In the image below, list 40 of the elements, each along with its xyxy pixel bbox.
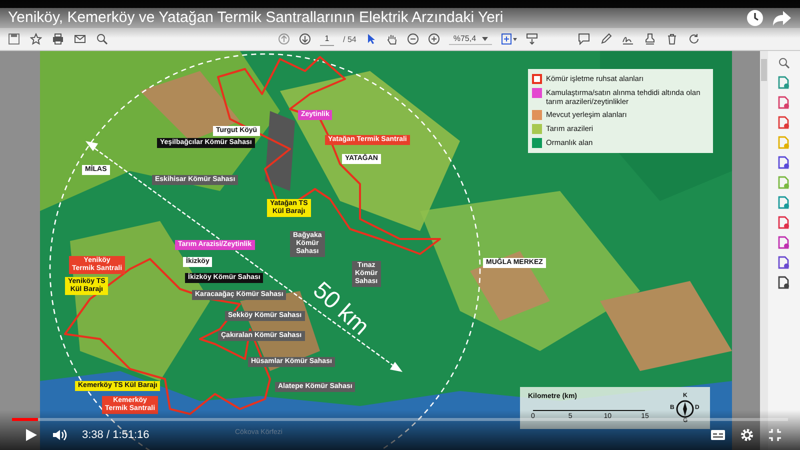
comment-icon[interactable] (578, 33, 590, 45)
subtitles-icon[interactable] (710, 429, 726, 441)
save-icon[interactable] (8, 33, 20, 45)
pointer-icon[interactable] (365, 33, 378, 45)
mail-icon[interactable] (74, 33, 86, 45)
pen-icon[interactable] (600, 33, 612, 45)
zoom-out-icon[interactable] (407, 33, 420, 45)
search-icon[interactable] (96, 33, 108, 45)
progress-bar[interactable] (12, 418, 788, 421)
document-tool-icon[interactable] (778, 156, 790, 169)
page-count: / 54 (343, 34, 356, 44)
page-down-icon[interactable] (299, 33, 311, 45)
document-tool-icon[interactable] (778, 116, 790, 129)
print-icon[interactable] (52, 33, 64, 45)
rotate-icon[interactable] (688, 33, 700, 45)
clock-icon[interactable] (746, 9, 764, 27)
star-icon[interactable] (30, 33, 42, 45)
zoom-in-icon[interactable] (428, 33, 440, 45)
video-title[interactable]: Yeniköy, Kemerköy ve Yatağan Termik Santrallarının Elektrik Arzındaki Yeri (8, 9, 738, 26)
document-tool-icon[interactable] (778, 256, 790, 269)
stamp-icon[interactable] (644, 33, 656, 45)
exit-fullscreen-icon[interactable] (768, 428, 782, 442)
document-tool-icon[interactable] (778, 216, 790, 229)
video-time: 3:38 / 1:51:16 (82, 429, 150, 441)
settings-icon[interactable] (740, 428, 754, 442)
page-number-field[interactable]: 1 (320, 32, 334, 46)
trash-icon[interactable] (666, 33, 678, 45)
compass-icon (676, 400, 694, 418)
play-icon[interactable] (24, 428, 38, 442)
fit-page-icon[interactable] (501, 33, 518, 45)
scroll-mode-icon[interactable] (526, 33, 538, 45)
document-tool-icon[interactable] (778, 276, 790, 289)
hand-icon[interactable] (386, 33, 398, 45)
share-icon[interactable] (772, 9, 792, 27)
document-tool-icon[interactable] (778, 236, 790, 249)
volume-icon[interactable] (52, 428, 68, 442)
page-up-icon[interactable] (278, 33, 290, 45)
scrollbar[interactable] (760, 51, 768, 450)
zoom-icon[interactable] (778, 57, 790, 69)
document-tool-icon[interactable] (778, 96, 790, 109)
